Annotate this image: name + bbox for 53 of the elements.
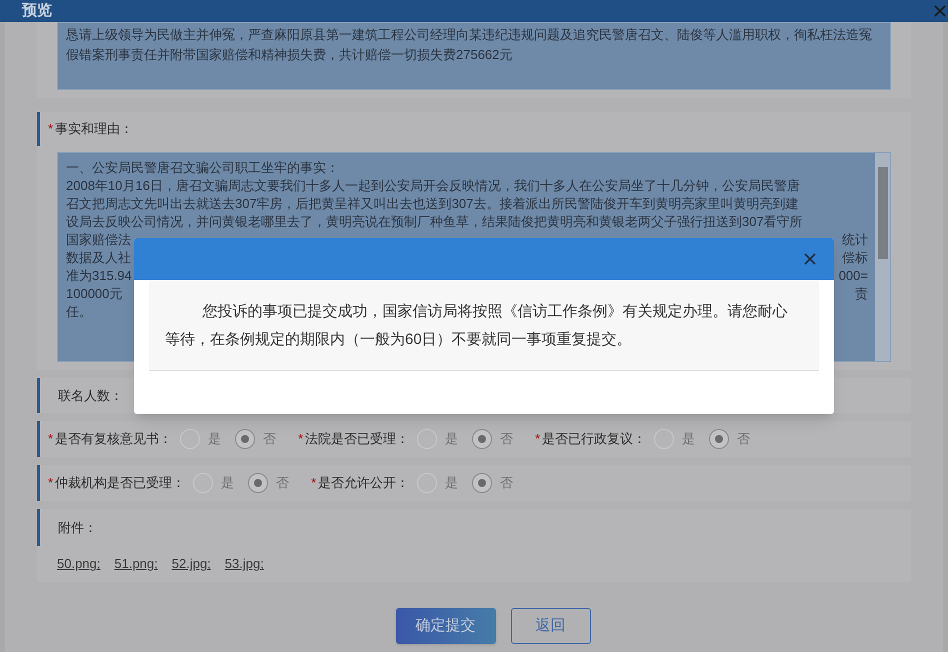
radio-label: 否 bbox=[737, 430, 750, 448]
window-title: 预览 bbox=[22, 0, 52, 21]
radio-button[interactable] bbox=[709, 429, 730, 449]
field-label: 事实和理由： bbox=[55, 120, 134, 138]
radio-label: 否 bbox=[500, 474, 514, 492]
radio-label: 否 bbox=[276, 474, 290, 492]
textarea-text: 100000元 bbox=[66, 285, 122, 303]
field-label: 是否已行政复议： bbox=[542, 430, 646, 448]
required-mark: * bbox=[311, 474, 316, 492]
required-mark: * bbox=[48, 120, 54, 138]
field-label: 联名人数： bbox=[58, 386, 123, 405]
scrollbar[interactable] bbox=[875, 153, 890, 361]
radio-label: 否 bbox=[263, 430, 276, 448]
radio-label: 否 bbox=[500, 430, 514, 448]
textarea-text: 一、公安局民警唐召文骗公司职工坐牢的事实： bbox=[66, 159, 339, 177]
radio-label: 是 bbox=[208, 430, 222, 448]
radio-label: 是 bbox=[445, 430, 458, 448]
success-message: 您投诉的事项已提交成功，国家信访局将按照《信访工作条例》有关规定办理。请您耐心等待，在条例规定的期限内（一般为60日）不要就同一事项重复提交。 bbox=[165, 302, 788, 350]
radio-label: 是 bbox=[682, 430, 696, 448]
field-label: 附件： bbox=[58, 518, 97, 537]
textarea-text: 国家赔偿法 bbox=[66, 231, 131, 249]
radio-label: 是 bbox=[221, 474, 234, 492]
close-icon[interactable] bbox=[804, 253, 816, 265]
textarea-text: 数据及人社 bbox=[66, 249, 131, 267]
textarea-text: 2008年10月16日，唐召文骗周志文要我们十多人一起到公安局开会反映情况，我们十多人在公安局坐了十几分钟，公安局民警唐 bbox=[66, 177, 800, 195]
attachment-link[interactable]: 51.png; bbox=[114, 554, 158, 574]
radio-label: 是 bbox=[445, 474, 458, 492]
required-mark: * bbox=[48, 430, 54, 448]
textarea-text: 统计 bbox=[842, 231, 868, 249]
radio-button[interactable] bbox=[472, 473, 492, 493]
field-label: 仲裁机构是否已受理： bbox=[55, 474, 186, 492]
textarea-text: 设局去反映公司情况，并问黄银老哪里去了，黄明亮说在预制厂种鱼草，结果陆俊把黄明亮和黄银老两父子强行扭送到307看守所 bbox=[66, 213, 803, 231]
textarea-text: 召文把周志文先叫出去就送去307牢房，后把黄呈祥又叫出去也送到307去。接着派出所民警陆俊开车到黄明亮家里叫黄明亮到建 bbox=[66, 195, 798, 213]
field-label: 是否允许公开： bbox=[318, 474, 410, 492]
close-icon[interactable] bbox=[934, 5, 946, 17]
textarea-text: 准为315.94 bbox=[66, 267, 132, 285]
attachment-link[interactable]: 50.png; bbox=[57, 554, 100, 574]
required-mark: * bbox=[535, 430, 540, 448]
textarea-text: 任。 bbox=[66, 303, 92, 321]
field-label: 是否有复核意见书： bbox=[55, 430, 172, 448]
textarea-text: 偿标 bbox=[842, 249, 868, 267]
submit-button[interactable]: 确定提交 bbox=[396, 608, 496, 644]
textarea-text: 000= bbox=[838, 267, 868, 285]
radio-button[interactable] bbox=[472, 429, 492, 449]
attachment-link[interactable]: 52.jpg; bbox=[172, 554, 211, 574]
attachment-link[interactable]: 53.jpg; bbox=[224, 554, 264, 574]
request-text: 恳请上级领导为民做主并伸冤，严查麻阳原县第一建筑工程公司经理向某违纪违规问题及追究民警唐召文、陆俊等人滥用职权，徇私枉法造冤假错案刑事责任并附带国家赔偿和精神损失费，共计赔偿一切损失费275662元 bbox=[57, 22, 891, 90]
radio-button[interactable] bbox=[235, 429, 256, 449]
textarea-text: 责 bbox=[855, 285, 868, 303]
required-mark: * bbox=[48, 474, 54, 492]
required-mark: * bbox=[298, 430, 304, 448]
field-label: 法院是否已受理： bbox=[305, 430, 410, 448]
radio-button[interactable] bbox=[248, 473, 268, 493]
